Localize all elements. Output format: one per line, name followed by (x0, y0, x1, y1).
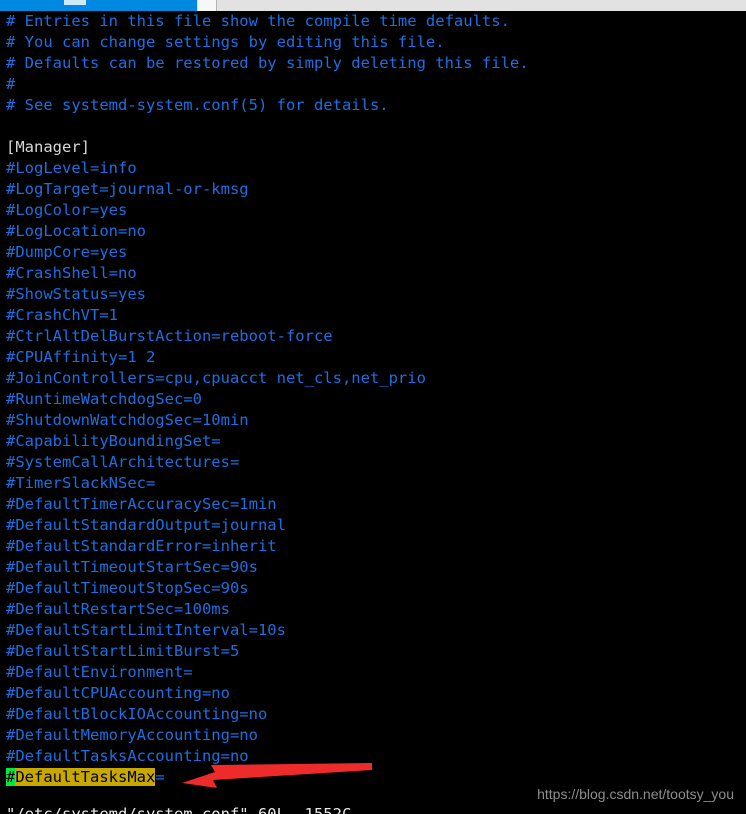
buffer-line: #DefaultTasksAccounting=no (6, 747, 249, 765)
buffer-line: #LogLevel=info (6, 159, 137, 177)
buffer-line: # Defaults can be restored by simply del… (6, 54, 529, 72)
buffer-line-container: # Entries in this file show the compile … (0, 11, 746, 767)
buffer-line: # See systemd-system.conf(5) for details… (6, 96, 389, 114)
buffer-line: #DefaultCPUAccounting=no (6, 684, 230, 702)
buffer-line: #DefaultBlockIOAccounting=no (6, 705, 268, 723)
vim-cursor-block: # (6, 768, 16, 786)
buffer-line: [Manager] (6, 138, 90, 156)
buffer-line: #CPUAffinity=1 2 (6, 348, 156, 366)
window-chrome-strip (0, 0, 746, 11)
buffer-line: #DefaultStandardOutput=journal (6, 516, 286, 534)
buffer-line: #DefaultEnvironment= (6, 663, 193, 681)
buffer-line: # Entries in this file show the compile … (6, 12, 510, 30)
buffer-line: #RuntimeWatchdogSec=0 (6, 390, 202, 408)
buffer-line: #ShowStatus=yes (6, 285, 146, 303)
buffer-line: #LogTarget=journal-or-kmsg (6, 180, 249, 198)
buffer-line: #DefaultTimeoutStopSec=90s (6, 579, 249, 597)
search-match-highlight: DefaultTasksMax (15, 768, 156, 786)
csdn-watermark: https://blog.csdn.net/tootsy_you (537, 786, 734, 802)
buffer-line: #CtrlAltDelBurstAction=reboot-force (6, 327, 333, 345)
buffer-line: #DefaultTimerAccuracySec=1min (6, 495, 277, 513)
buffer-line: #DefaultMemoryAccounting=no (6, 726, 258, 744)
buffer-line: #DefaultStartLimitBurst=5 (6, 642, 240, 660)
vim-buffer[interactable]: # Entries in this file show the compile … (0, 11, 746, 814)
chrome-tab-chip[interactable] (198, 0, 217, 11)
buffer-line: #DumpCore=yes (6, 243, 128, 261)
cursor-line-tail: = (155, 768, 165, 786)
terminal-screenshot: # Entries in this file show the compile … (0, 0, 746, 814)
vim-status-line: "/etc/systemd/system.conf" 60L, 1552C (6, 805, 352, 814)
buffer-line: #ShutdownWatchdogSec=10min (6, 411, 249, 429)
buffer-line: #CrashShell=no (6, 264, 137, 282)
chrome-accent-bar (0, 0, 197, 11)
buffer-line: #DefaultStandardError=inherit (6, 537, 277, 555)
buffer-line: #CrashChVT=1 (6, 306, 118, 324)
chrome-empty-area (217, 0, 746, 11)
chrome-accent-notch (64, 0, 86, 5)
buffer-line (0, 116, 746, 137)
buffer-line: #SystemCallArchitectures= (6, 453, 240, 471)
buffer-line: # (6, 75, 16, 93)
buffer-line: #LogColor=yes (6, 201, 128, 219)
buffer-line: #LogLocation=no (6, 222, 146, 240)
buffer-line: #DefaultStartLimitInterval=10s (6, 621, 286, 639)
cursor-line[interactable]: #DefaultTasksMax= (0, 767, 746, 788)
buffer-line: # You can change settings by editing thi… (6, 33, 445, 51)
buffer-line: #DefaultTimeoutStartSec=90s (6, 558, 258, 576)
buffer-line: #TimerSlackNSec= (6, 474, 156, 492)
buffer-line: #CapabilityBoundingSet= (6, 432, 221, 450)
buffer-line: #JoinControllers=cpu,cpuacct net_cls,net… (6, 369, 426, 387)
buffer-line: #DefaultRestartSec=100ms (6, 600, 230, 618)
